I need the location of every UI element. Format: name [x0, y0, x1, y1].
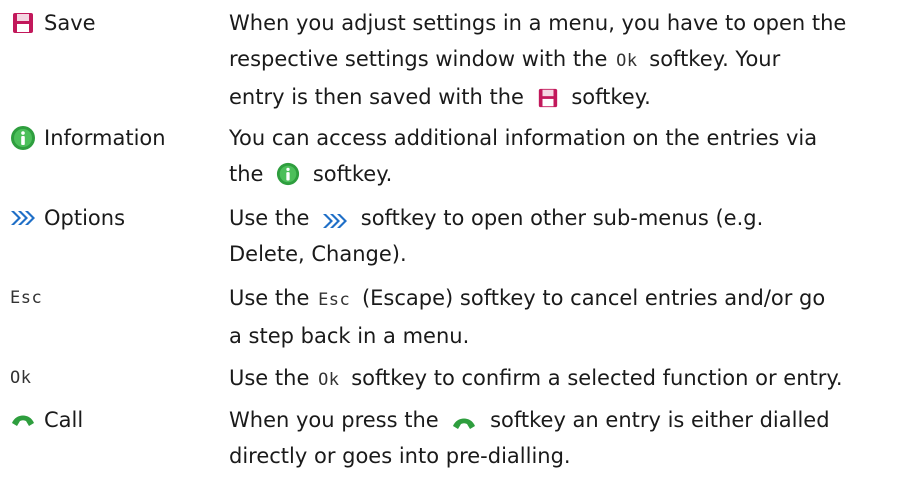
term-save: Save	[10, 5, 96, 41]
term-label: Options	[44, 206, 126, 230]
term-label: Call	[44, 408, 84, 432]
description-information: You can access additional information on…	[229, 126, 818, 186]
save-icon	[538, 88, 557, 108]
term-esc: Esc	[10, 280, 42, 316]
term-label: Save	[44, 11, 96, 35]
call-icon	[10, 407, 36, 433]
info-icon	[277, 162, 300, 186]
info-icon	[10, 125, 36, 151]
description-ok: Use the Ok softkey to confirm a selected…	[229, 366, 843, 390]
term-ok: Ok	[10, 360, 31, 396]
ok-key-label: Ok	[616, 51, 638, 71]
esc-key-label: Esc	[318, 290, 351, 310]
description-esc: Use the Esc (Escape) softkey to cancel e…	[229, 286, 826, 348]
description-save: When you adjust settings in a menu, you …	[229, 11, 847, 109]
options-icon	[10, 205, 36, 231]
options-icon	[323, 214, 348, 228]
term-label: Information	[44, 126, 166, 150]
term-call: Call	[10, 402, 83, 438]
description-call: When you press the softkey an entry is e…	[229, 408, 830, 468]
ok-key-label: Ok	[318, 370, 340, 390]
description-options: Use the softkey to open other sub-menus …	[229, 206, 764, 266]
term-label: Esc	[10, 288, 43, 308]
term-options: Options	[10, 200, 125, 236]
save-icon	[10, 10, 36, 36]
term-label: Ok	[10, 368, 32, 388]
call-icon	[453, 418, 476, 429]
term-information: Information	[10, 120, 166, 156]
